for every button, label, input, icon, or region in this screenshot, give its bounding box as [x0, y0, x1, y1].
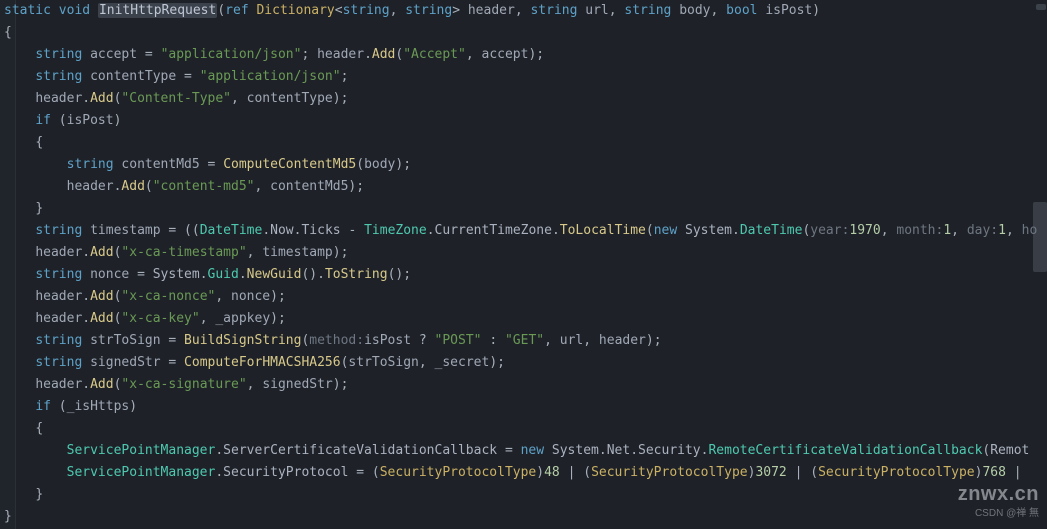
code-line: if (isPost) — [4, 110, 1034, 132]
code-line: header.Add("x-ca-signature", signedStr); — [4, 374, 1034, 396]
code-line: { — [4, 418, 1034, 440]
code-line: header.Add("content-md5", contentMd5); — [4, 176, 1034, 198]
minimap-marker — [1036, 4, 1046, 10]
scrollbar[interactable] — [1033, 0, 1047, 529]
code-line: { — [4, 22, 1034, 44]
code-line: static void InitHttpRequest(ref Dictiona… — [4, 0, 1034, 22]
code-line: string contentType = "application/json"; — [4, 66, 1034, 88]
param-hint: method: — [309, 333, 364, 348]
param-hint: day: — [967, 223, 998, 238]
code-line: string nonce = System.Guid.NewGuid().ToS… — [4, 264, 1034, 286]
code-line: { — [4, 132, 1034, 154]
code-line: string contentMd5 = ComputeContentMd5(bo… — [4, 154, 1034, 176]
code-line: ServicePointManager.SecurityProtocol = (… — [4, 462, 1034, 484]
code-line: header.Add("x-ca-timestamp", timestamp); — [4, 242, 1034, 264]
code-line: string signedStr = ComputeForHMACSHA256(… — [4, 352, 1034, 374]
code-line: string timestamp = ((DateTime.Now.Ticks … — [4, 220, 1034, 242]
param-hint: month: — [896, 223, 943, 238]
code-line: header.Add("x-ca-nonce", nonce); — [4, 286, 1034, 308]
code-line: ServicePointManager.ServerCertificateVal… — [4, 440, 1034, 462]
code-line: header.Add("x-ca-key", _appkey); — [4, 308, 1034, 330]
code-line: header.Add("Content-Type", contentType); — [4, 88, 1034, 110]
code-line: } — [4, 484, 1034, 506]
param-hint: year: — [810, 223, 849, 238]
code-line: } — [4, 198, 1034, 220]
code-line: string accept = "application/json"; head… — [4, 44, 1034, 66]
code-editor[interactable]: static void InitHttpRequest(ref Dictiona… — [0, 0, 1047, 529]
code-line: string strToSign = BuildSignString(metho… — [4, 330, 1034, 352]
code-area[interactable]: static void InitHttpRequest(ref Dictiona… — [4, 0, 1034, 528]
code-line: if (_isHttps) — [4, 396, 1034, 418]
code-line: } — [4, 506, 1034, 528]
